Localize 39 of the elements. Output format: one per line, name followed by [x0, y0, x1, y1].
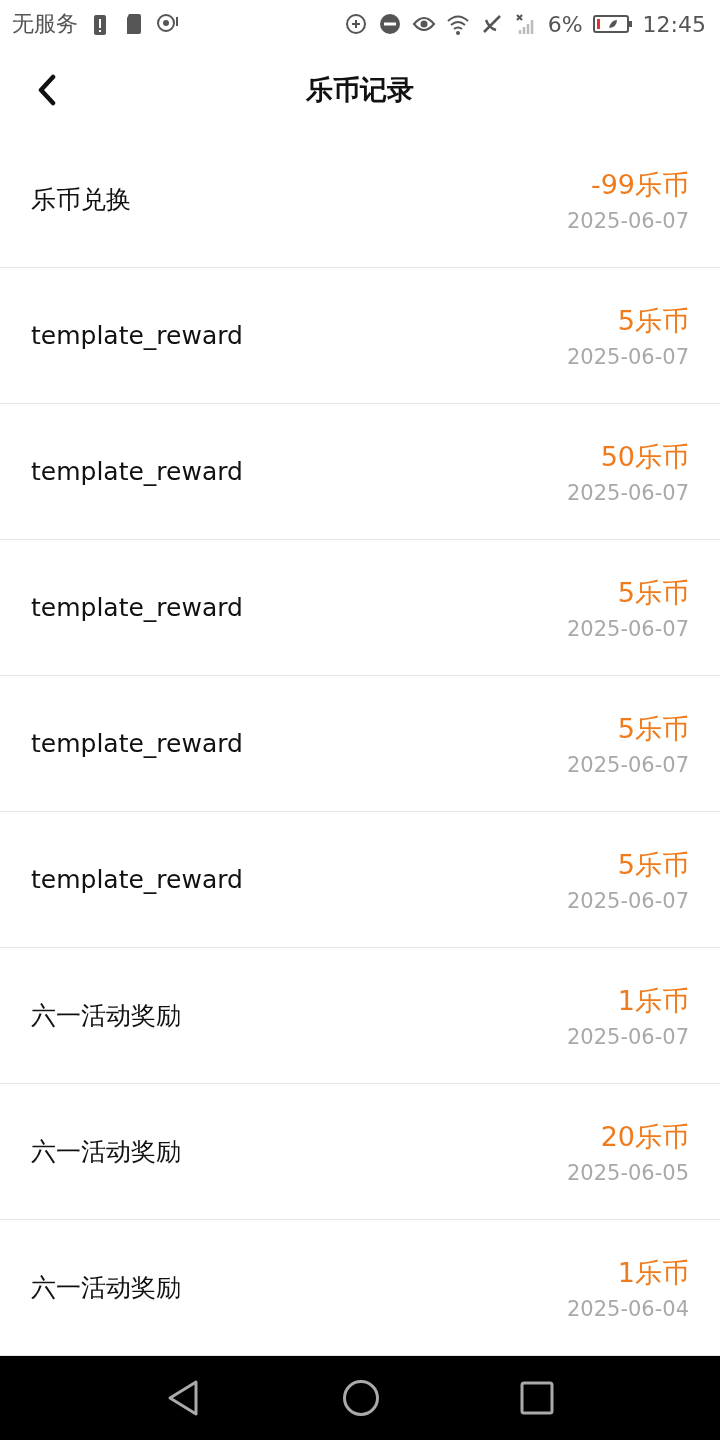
- coin-amount: 20乐币: [600, 1119, 689, 1154]
- record-title: 六一活动奖励: [31, 1272, 182, 1304]
- circle-home-icon: [342, 1379, 380, 1417]
- coin-amount: 5乐币: [617, 847, 689, 882]
- record-title: template_reward: [31, 593, 244, 622]
- coin-amount: 1乐币: [617, 983, 689, 1018]
- record-title: template_reward: [31, 457, 244, 486]
- record-date: 2025-06-07: [566, 752, 689, 777]
- chevron-left-icon: [36, 74, 58, 106]
- record-date: 2025-06-07: [566, 208, 689, 233]
- carrier-text: 无服务: [12, 10, 78, 38]
- record-title: template_reward: [31, 729, 244, 758]
- do-not-disturb-icon: [377, 12, 402, 36]
- record-date: 2025-06-07: [566, 616, 689, 641]
- home-nav-button[interactable]: [342, 1379, 380, 1417]
- record-title: 乐币兑换: [31, 184, 132, 216]
- record-title: 六一活动奖励: [31, 1000, 182, 1032]
- coin-amount: 1乐币: [617, 1255, 689, 1290]
- clock-time: 12:45: [642, 11, 706, 37]
- record-date: 2025-06-07: [566, 344, 689, 369]
- record-date: 2025-06-05: [566, 1160, 689, 1185]
- square-recents-icon: [520, 1381, 554, 1415]
- record-date: 2025-06-07: [566, 888, 689, 913]
- record-title: 六一活动奖励: [31, 1136, 182, 1168]
- coin-amount: 5乐币: [617, 575, 689, 610]
- record-date: 2025-06-04: [566, 1296, 689, 1321]
- record-title: template_reward: [31, 321, 244, 350]
- data-saver-icon: [343, 12, 368, 36]
- record-date: 2025-06-07: [566, 1024, 689, 1049]
- coin-amount: -99乐币: [590, 167, 689, 202]
- record-date: 2025-06-07: [566, 480, 689, 505]
- recents-nav-button[interactable]: [520, 1381, 554, 1415]
- coin-amount: 50乐币: [600, 439, 689, 474]
- battery-percent: 6%: [547, 11, 583, 37]
- battery-icon: [592, 12, 633, 36]
- record-title: template_reward: [31, 865, 244, 894]
- page-title: 乐币记录: [306, 73, 414, 107]
- coin-amount: 5乐币: [617, 303, 689, 338]
- coin-amount: 5乐币: [617, 711, 689, 746]
